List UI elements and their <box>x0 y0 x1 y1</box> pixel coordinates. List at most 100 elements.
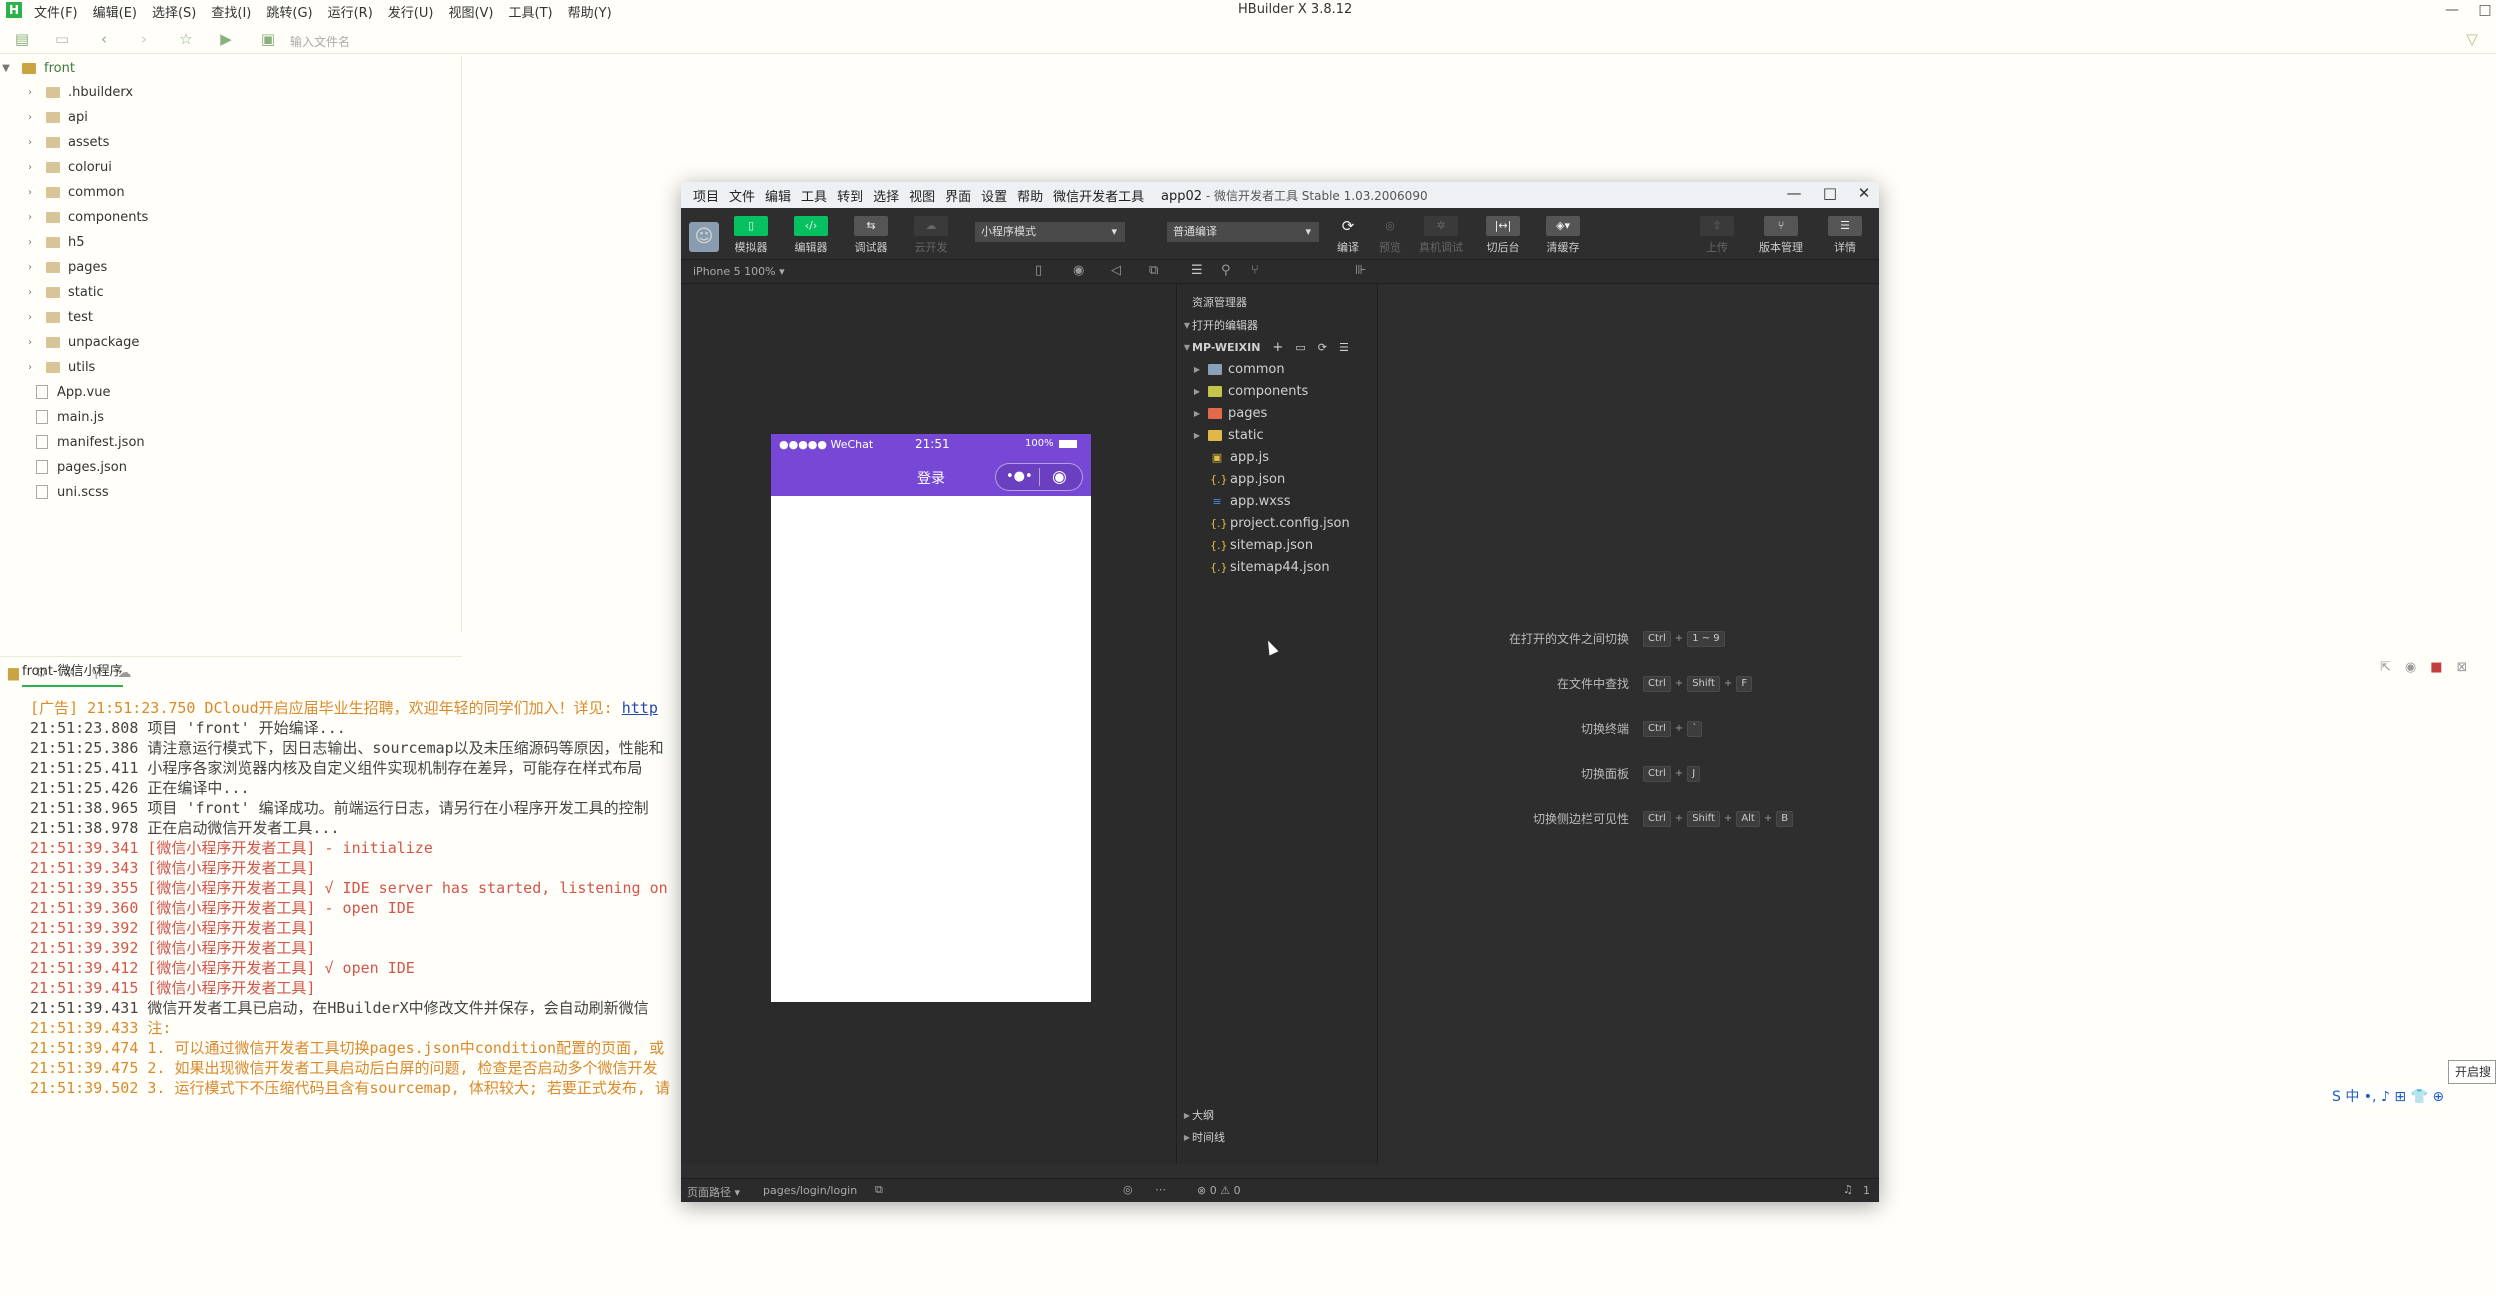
window-icon[interactable]: ⧉ <box>1149 263 1158 278</box>
wx-maximize-icon[interactable]: □ <box>1815 184 1845 202</box>
sidebar-item-utils[interactable]: › utils <box>0 355 460 379</box>
explorer-item-projectconfigjson[interactable]: {.} project.config.json <box>1178 512 1378 534</box>
real-debug-button[interactable]: ✲ 真机调试 <box>1415 216 1467 255</box>
menu-item[interactable]: 发行(U) <box>388 2 434 21</box>
simulator-button[interactable]: ▯ 模拟器 <box>725 216 777 255</box>
sidebar-item-unpackage[interactable]: › unpackage <box>0 330 460 354</box>
wx-menu-item[interactable]: 帮助 <box>1017 186 1043 205</box>
save-icon[interactable]: ▭ <box>52 29 72 49</box>
sidebar-item-h5[interactable]: › h5 <box>0 230 460 254</box>
wx-menu-item[interactable]: 设置 <box>981 186 1007 205</box>
sidebar-item-pagesjson[interactable]: pages.json <box>0 455 460 479</box>
wx-menu-item[interactable]: 转到 <box>837 186 863 205</box>
sidebar-item-api[interactable]: › api <box>0 105 460 129</box>
phone-icon[interactable]: ▯ <box>1035 263 1042 278</box>
menu-item[interactable]: 运行(R) <box>328 2 373 21</box>
sidebar-item-common[interactable]: › common <box>0 180 460 204</box>
file-search-input[interactable]: 输入文件名 <box>290 33 350 50</box>
wx-menu-item[interactable]: 文件 <box>729 186 755 205</box>
browse-icon[interactable]: ▣ <box>258 29 278 49</box>
wx-menu-item[interactable]: 项目 <box>693 186 719 205</box>
compile-button[interactable]: ⟳ 编译 <box>1327 216 1369 255</box>
preview-button[interactable]: ◎ 预览 <box>1369 216 1411 255</box>
run-icon[interactable]: ▶ <box>216 29 236 49</box>
ime-toolbar[interactable]: S 中 •, ♪ ⊞ 👕 ⊕ <box>2332 1086 2445 1106</box>
wx-menu-item[interactable]: 视图 <box>909 186 935 205</box>
eye-icon[interactable]: ◎ <box>1123 1183 1133 1196</box>
explorer-item-sitemapjson[interactable]: {.} sitemap.json <box>1178 534 1378 556</box>
explorer-item-appwxss[interactable]: ≡ app.wxss <box>1178 490 1378 512</box>
sidebar-item-assets[interactable]: › assets <box>0 130 460 154</box>
collapse-icon[interactable]: ☰ <box>1339 341 1349 354</box>
search-icon[interactable]: ⚲ <box>1221 263 1231 278</box>
git-icon[interactable]: ⑂ <box>1251 263 1259 278</box>
maximize-icon[interactable]: □ <box>2474 0 2496 22</box>
more-icon[interactable]: •●• <box>1006 469 1033 484</box>
menu-item[interactable]: 编辑(E) <box>93 2 137 21</box>
console-tab[interactable]: front-微信小程序 <box>22 660 123 687</box>
folder-tab-icon[interactable]: ▆ <box>8 665 19 681</box>
explorer-item-sitemap44json[interactable]: {.} sitemap44.json <box>1178 556 1378 578</box>
timeline-section[interactable]: ▶ 时间线 <box>1178 1126 1378 1148</box>
new-file-icon[interactable]: ▤ <box>12 29 32 49</box>
bell-icon[interactable]: ♫ <box>1843 1183 1853 1196</box>
wx-menu-item[interactable]: 界面 <box>945 186 971 205</box>
wx-menu-item[interactable]: 微信开发者工具 <box>1053 186 1144 205</box>
page-path-select[interactable]: 页面路径 ▾ <box>687 1184 740 1200</box>
wx-menu-item[interactable]: 工具 <box>801 186 827 205</box>
outline-section[interactable]: ▶ 大纲 <box>1178 1104 1378 1126</box>
device-select[interactable]: iPhone 5 100% ▾ <box>693 265 785 278</box>
compile-mode-select[interactable]: 普通编译 ▾ <box>1167 222 1319 242</box>
sidebar-item-hbuilderx[interactable]: › .hbuilderx <box>0 80 460 104</box>
menu-item[interactable]: 帮助(Y) <box>568 2 612 21</box>
menu-item[interactable]: 跳转(G) <box>266 2 312 21</box>
problems-count[interactable]: ⊗ 0 ⚠ 0 <box>1197 1184 1241 1197</box>
details-button[interactable]: ☰ 详情 <box>1819 216 1871 255</box>
explorer-item-appjs[interactable]: ▣ app.js <box>1178 446 1378 468</box>
sidebar-item-pages[interactable]: › pages <box>0 255 460 279</box>
menu-item[interactable]: 选择(S) <box>152 2 196 21</box>
mode-select[interactable]: 小程序模式 ▾ <box>975 222 1125 242</box>
sidebar-item-uniscss[interactable]: uni.scss <box>0 480 460 504</box>
background-button[interactable]: |↔| 切后台 <box>1477 216 1529 255</box>
explorer-item-pages[interactable]: ▶ pages <box>1178 402 1378 424</box>
upload-button[interactable]: ⇧ 上传 <box>1691 216 1743 255</box>
more-icon[interactable]: ⋯ <box>1155 1183 1166 1196</box>
wx-menu-item[interactable]: 选择 <box>873 186 899 205</box>
sidebar-item-static[interactable]: › static <box>0 280 460 304</box>
menu-item[interactable]: 视图(V) <box>448 2 493 21</box>
volume-icon[interactable]: ◁ <box>1111 263 1121 278</box>
new-file-icon[interactable]: + <box>1272 340 1283 355</box>
menu-item[interactable]: 工具(T) <box>509 2 553 21</box>
open-editors-section[interactable]: ▼ 打开的编辑器 <box>1178 314 1378 336</box>
explorer-item-appjson[interactable]: {.} app.json <box>1178 468 1378 490</box>
wx-close-icon[interactable]: ✕ <box>1849 184 1879 202</box>
avatar[interactable]: ☺ <box>689 222 719 252</box>
editor-button[interactable]: ‹/› 编辑器 <box>785 216 837 255</box>
sidebar-item-manifestjson[interactable]: manifest.json <box>0 430 460 454</box>
stop-icon[interactable]: ◉ <box>2405 660 2416 675</box>
explorer-item-common[interactable]: ▶ common <box>1178 358 1378 380</box>
sidebar-item-appvue[interactable]: App.vue <box>0 380 460 404</box>
console-link[interactable]: http <box>622 699 658 717</box>
clear-icon[interactable]: ■ <box>2430 660 2442 675</box>
record-icon[interactable]: ◉ <box>1073 263 1084 278</box>
split-icon[interactable]: ⊪ <box>1355 263 1366 278</box>
star-icon[interactable]: ☆ <box>176 29 196 49</box>
sidebar-item-test[interactable]: › test <box>0 305 460 329</box>
cloud-button[interactable]: ☁ 云开发 <box>905 216 957 255</box>
version-button[interactable]: ⑂ 版本管理 <box>1755 216 1807 255</box>
sidebar-item-mainjs[interactable]: main.js <box>0 405 460 429</box>
close-console-icon[interactable]: ⊠ <box>2457 660 2468 675</box>
explorer-item-components[interactable]: ▶ components <box>1178 380 1378 402</box>
tree-root[interactable]: ▼ front <box>0 56 460 80</box>
clear-cache-button[interactable]: ◈▾ 清缓存 <box>1537 216 1589 255</box>
back-icon[interactable]: ‹ <box>94 29 114 49</box>
sidebar-item-components[interactable]: › components <box>0 205 460 229</box>
copy-icon[interactable]: ⧉ <box>875 1183 883 1197</box>
wx-menu-item[interactable]: 编辑 <box>765 186 791 205</box>
project-section[interactable]: ▼ MP-WEIXIN + ▭ ⟳ ☰ <box>1178 336 1378 358</box>
filter-icon[interactable]: ▽ <box>2462 29 2482 49</box>
debugger-button[interactable]: ⇆ 调试器 <box>845 216 897 255</box>
close-miniprogram-icon[interactable]: ◉ <box>1052 467 1067 487</box>
